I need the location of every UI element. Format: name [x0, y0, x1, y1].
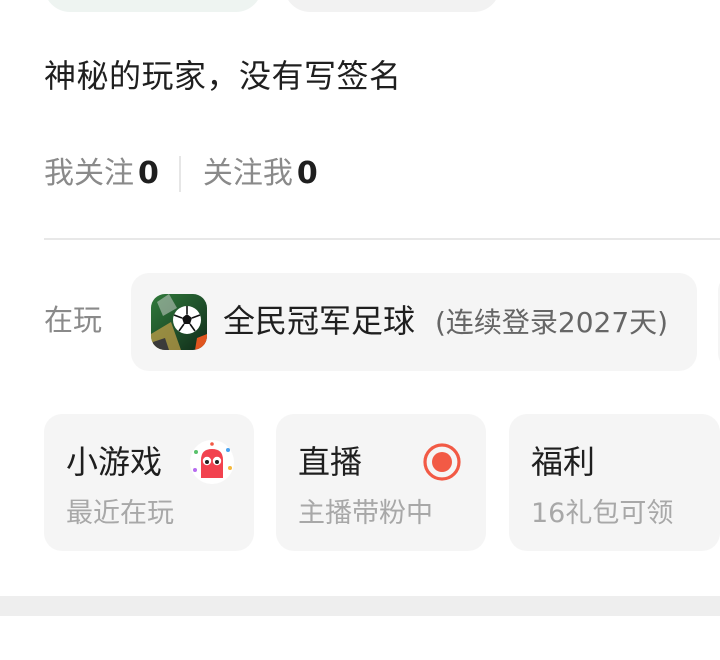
tile-title: 福利 — [531, 443, 596, 481]
playing-label: 在玩 — [44, 303, 103, 337]
playing-game-card[interactable]: 全民冠军足球 (连续登录2027天) — [131, 273, 697, 371]
tile-mini-games[interactable]: 小游戏 最近在玩 — [44, 414, 254, 551]
tile-live[interactable]: 直播 主播带粉中 — [276, 414, 486, 551]
mini-game-mascot-icon — [188, 438, 236, 486]
profile-signature: 神秘的玩家，没有写签名 — [44, 57, 402, 95]
follow-stats: 我关注 0 关注我 0 — [44, 150, 318, 198]
follow-separator — [178, 156, 181, 192]
following-stat[interactable]: 我关注 0 — [44, 154, 159, 194]
soccer-game-icon — [151, 294, 207, 350]
top-chip-left[interactable] — [44, 0, 262, 12]
tile-title: 小游戏 — [66, 443, 163, 481]
tile-subtitle: 最近在玩 — [66, 498, 174, 529]
tile-benefits[interactable]: 福利 16礼包可领 — [509, 414, 720, 551]
tile-subtitle: 16礼包可领 — [531, 498, 674, 529]
tile-title: 直播 — [298, 443, 363, 481]
tile-subtitle: 主播带粉中 — [298, 498, 433, 529]
top-chip-right[interactable] — [284, 0, 500, 12]
following-label: 我关注 — [44, 156, 134, 191]
followers-label: 关注我 — [202, 156, 293, 191]
game-title: 全民冠军足球 — [223, 302, 416, 340]
following-count: 0 — [138, 156, 159, 191]
game-login-streak: (连续登录2027天) — [435, 306, 669, 339]
live-record-icon — [418, 438, 466, 486]
followers-count: 0 — [296, 156, 318, 191]
section-divider — [44, 238, 720, 240]
top-action-chips — [44, 0, 720, 12]
section-separator-band — [0, 596, 720, 616]
followers-stat[interactable]: 关注我 0 — [203, 154, 318, 194]
